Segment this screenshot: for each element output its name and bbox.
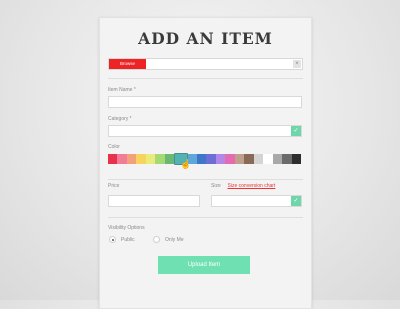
- chevron-down-icon: ✓: [291, 126, 301, 136]
- page-title: ADD AN ITEM: [138, 29, 273, 48]
- color-swatch[interactable]: [108, 154, 118, 164]
- size-chart-link[interactable]: Size conversion chart: [228, 183, 276, 189]
- color-swatch[interactable]: [117, 154, 127, 164]
- color-swatch[interactable]: [136, 154, 146, 164]
- color-swatch[interactable]: [282, 154, 292, 164]
- item-name-label: Item Name *: [108, 87, 136, 93]
- category-select[interactable]: ✓: [108, 125, 302, 137]
- chevron-down-icon: ✓: [291, 196, 301, 206]
- price-label: Price: [108, 183, 120, 189]
- item-name-input[interactable]: [108, 96, 302, 108]
- color-swatch[interactable]: [206, 154, 216, 164]
- public-radio[interactable]: [109, 236, 116, 243]
- divider: [108, 78, 303, 79]
- color-swatch[interactable]: [215, 154, 226, 164]
- upload-item-button[interactable]: Upload Item: [158, 256, 250, 274]
- only-me-radio[interactable]: [153, 236, 160, 243]
- price-input[interactable]: [108, 195, 200, 207]
- public-label: Public: [121, 237, 135, 243]
- divider: [108, 217, 303, 218]
- add-item-card: ADD AN ITEM Browse × Item Name * Categor…: [99, 17, 312, 309]
- size-label-group: Size Size conversion chart: [211, 183, 275, 189]
- color-swatch[interactable]: [234, 154, 245, 164]
- color-swatch[interactable]: [253, 154, 264, 164]
- file-upload-field[interactable]: Browse ×: [108, 58, 303, 70]
- color-swatch[interactable]: [145, 154, 156, 164]
- only-me-label: Only Me: [165, 237, 184, 243]
- browse-button[interactable]: Browse: [109, 59, 146, 69]
- color-swatch[interactable]: [126, 154, 137, 164]
- color-swatch[interactable]: [196, 154, 207, 164]
- pointer-cursor-icon: ☝: [180, 159, 192, 169]
- divider: [108, 179, 303, 180]
- color-swatch[interactable]: [244, 154, 254, 164]
- color-swatch[interactable]: [263, 154, 273, 164]
- color-swatch[interactable]: [225, 154, 235, 164]
- close-icon[interactable]: ×: [293, 60, 301, 68]
- color-swatch[interactable]: [155, 154, 165, 164]
- size-select[interactable]: ✓: [211, 195, 302, 207]
- category-label: Category *: [108, 116, 132, 122]
- color-swatch[interactable]: [164, 154, 175, 164]
- size-label: Size: [211, 183, 221, 189]
- color-palette[interactable]: [108, 153, 301, 165]
- color-swatch[interactable]: [291, 154, 301, 164]
- color-swatch[interactable]: [272, 154, 283, 164]
- color-label: Color: [108, 144, 120, 150]
- visibility-label: Visibility Options: [108, 225, 145, 231]
